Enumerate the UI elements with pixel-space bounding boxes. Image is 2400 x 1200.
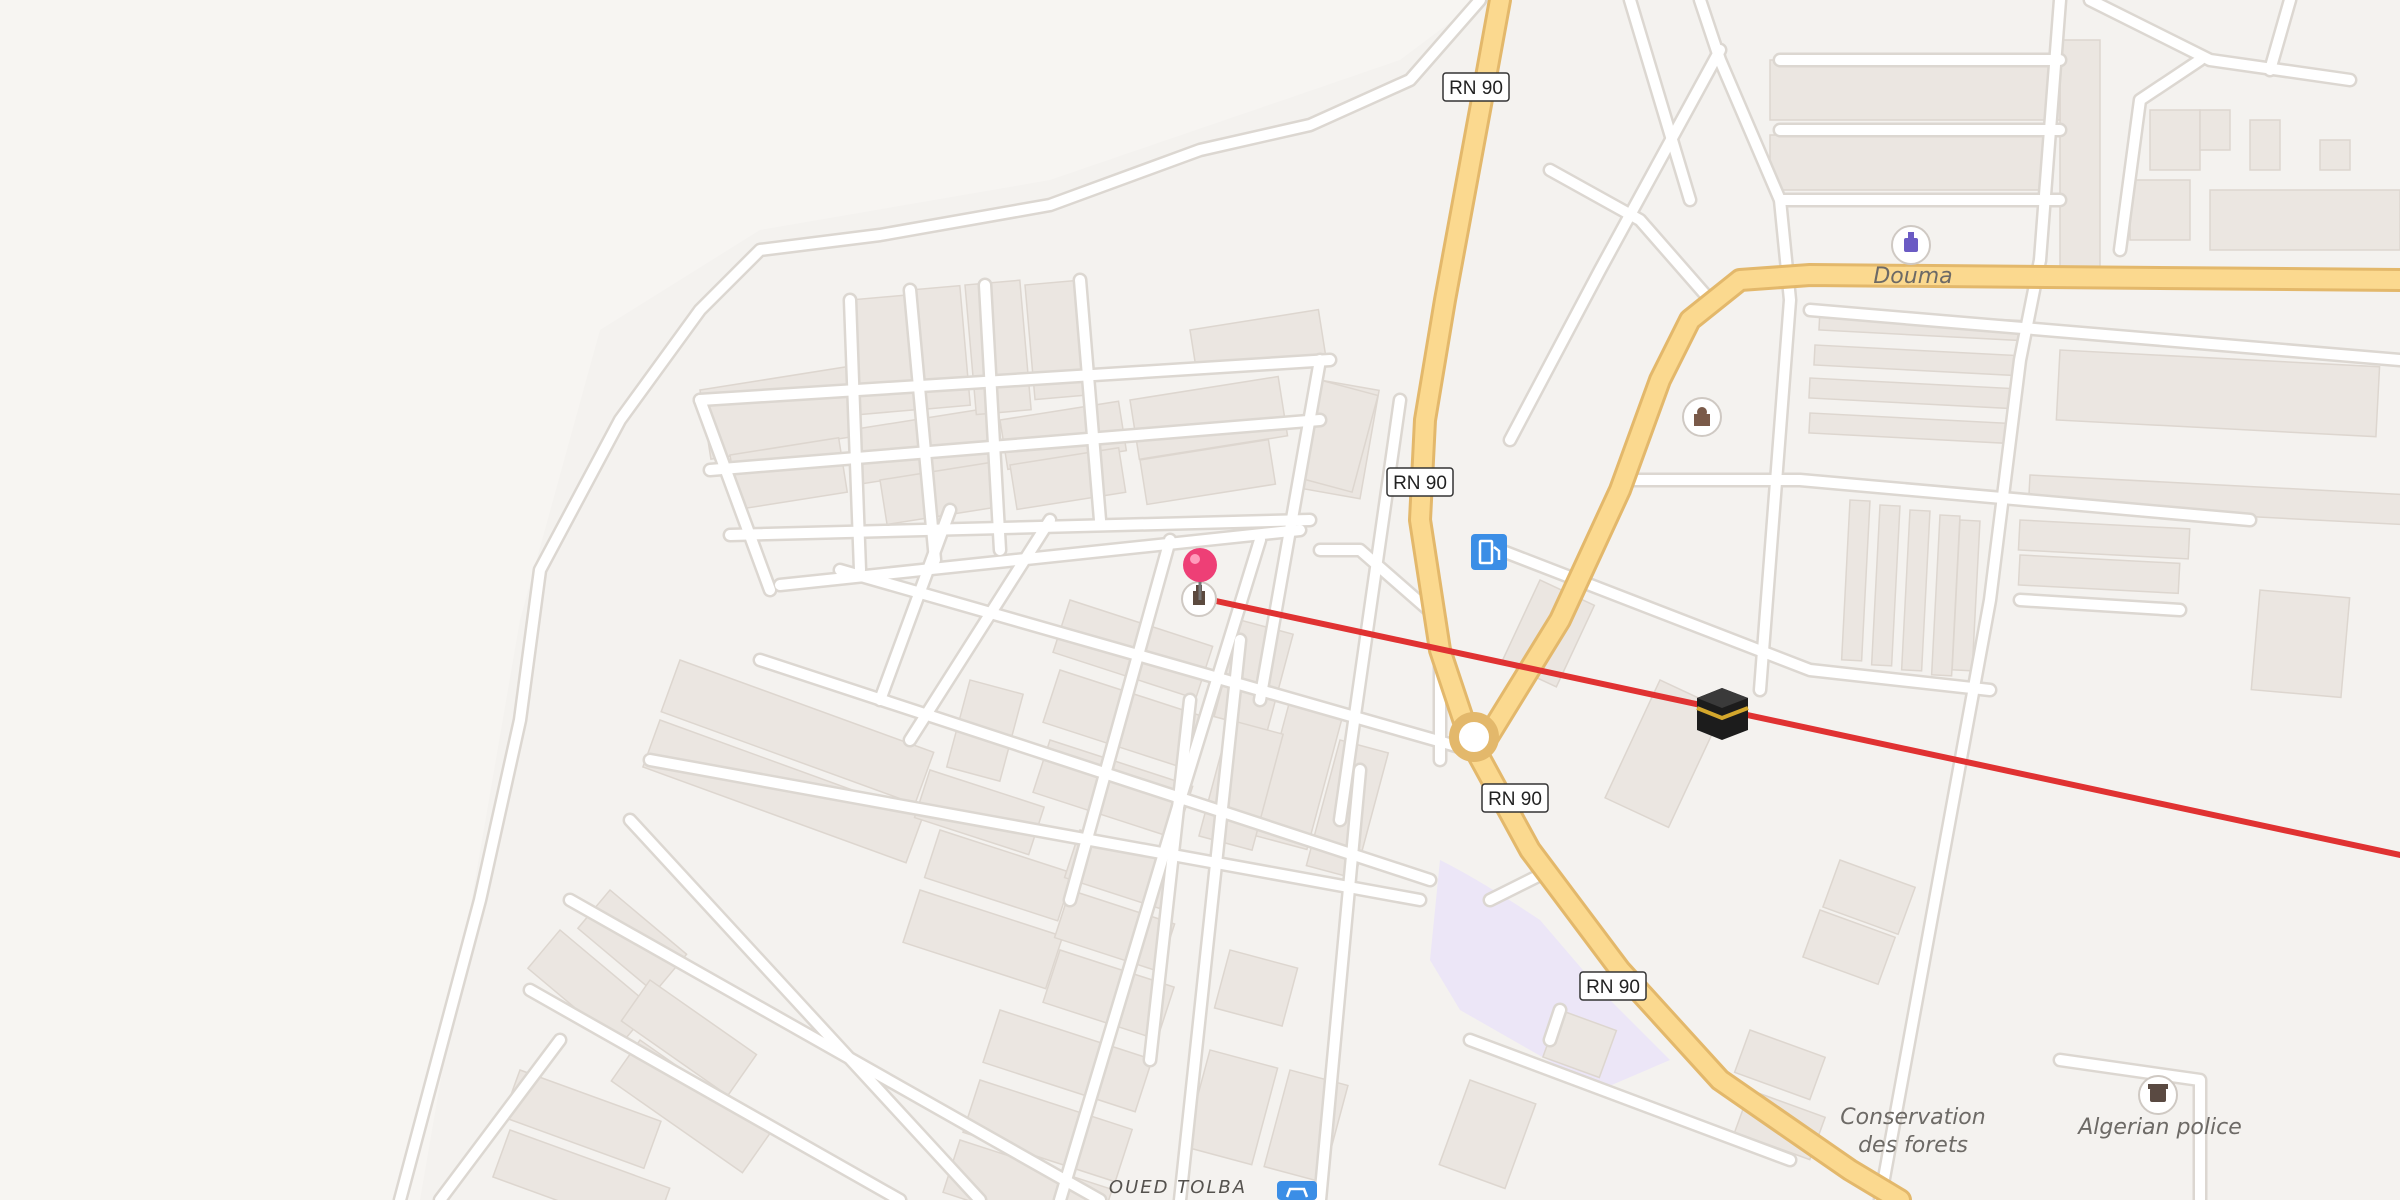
police-icon[interactable] — [2138, 1075, 2178, 1115]
road-shield-rn90-top: RN 90 — [1442, 72, 1510, 102]
place-label-algerian-police: Algerian police — [2076, 1115, 2242, 1140]
svg-text:RN 90: RN 90 — [1449, 78, 1503, 99]
road-shield-rn90-roundabout: RN 90 — [1481, 783, 1549, 813]
map-canvas[interactable]: RN 90 RN 90 RN 90 RN 90 Douma Conservati… — [0, 0, 2400, 1200]
svg-text:RN 90: RN 90 — [1393, 473, 1447, 494]
place-label-douma: Douma — [1873, 264, 1952, 289]
parking-icon[interactable] — [1277, 1181, 1317, 1200]
svg-text:RN 90: RN 90 — [1586, 977, 1640, 998]
place-label-des-forets: des forets — [1858, 1133, 1968, 1158]
place-label-oued-tolba: OUED TOLBA — [1109, 1177, 1247, 1198]
road-shield-rn90-bottom: RN 90 — [1579, 971, 1647, 1001]
pharmacy-icon[interactable] — [1891, 225, 1931, 265]
roundabout — [1449, 712, 1499, 762]
kaaba-icon[interactable] — [1696, 688, 1749, 740]
road-shield-rn90-mid: RN 90 — [1386, 467, 1454, 497]
fuel-station-icon[interactable] — [1471, 534, 1507, 570]
svg-text:RN 90: RN 90 — [1488, 789, 1542, 810]
place-label-conservation: Conservation — [1840, 1105, 1985, 1130]
mosque-icon[interactable] — [1682, 397, 1722, 437]
